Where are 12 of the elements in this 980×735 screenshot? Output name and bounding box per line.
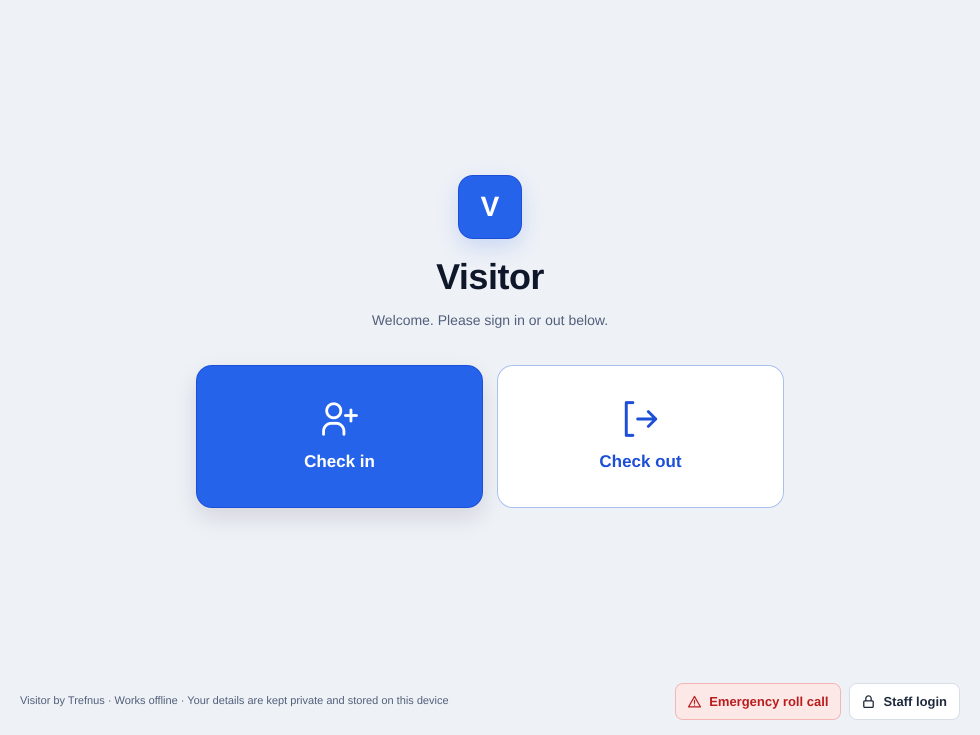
welcome-text: Welcome. Please sign in or out below.: [372, 311, 608, 330]
lock-icon: [862, 695, 876, 708]
footer-note: Visitor by Trefnus · Works offline · Your details are kept private and stored on this device: [20, 694, 449, 710]
check-out-button[interactable]: Check out: [497, 365, 784, 508]
staff-login-button[interactable]: Staff login: [849, 683, 960, 720]
person-plus-icon: [322, 401, 358, 438]
page-title: Visitor: [436, 256, 544, 296]
exit-arrow-icon: [622, 401, 658, 438]
app-logo: V: [458, 174, 522, 239]
emergency-roll-call-button[interactable]: Emergency roll call: [675, 683, 842, 720]
check-in-button[interactable]: Check in: [196, 365, 483, 508]
warning-icon: [688, 695, 702, 708]
